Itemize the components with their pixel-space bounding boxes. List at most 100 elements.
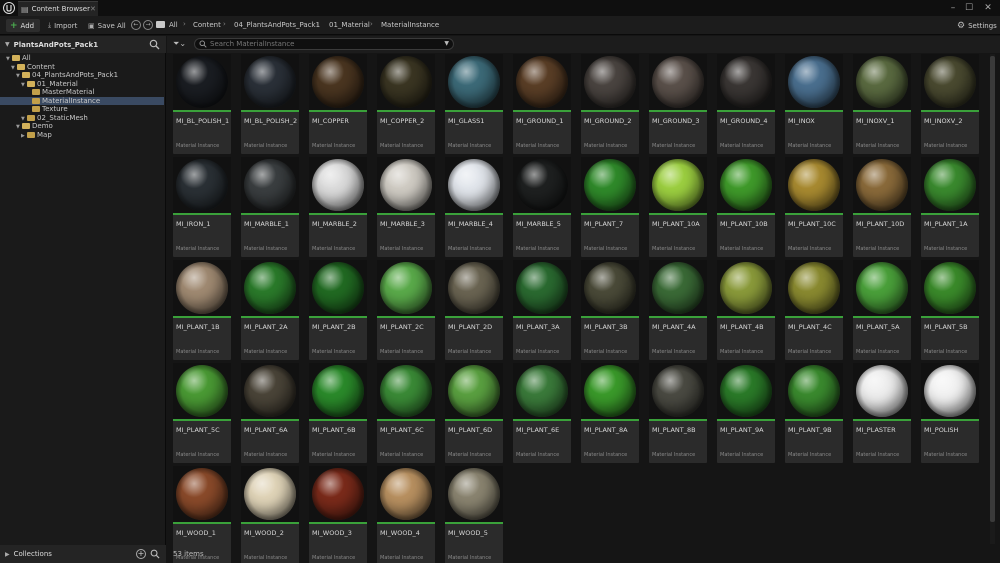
- asset-tile[interactable]: MI_PLANT_9B Material Instance: [785, 363, 843, 463]
- filter-icon[interactable]: ⏷⌄: [173, 39, 191, 50]
- window-close-icon[interactable]: ✕: [981, 1, 995, 15]
- import-button[interactable]: ⤓ Import: [48, 19, 77, 32]
- breadcrumb-pack[interactable]: 04_PlantsAndPots_Pack1: [234, 21, 320, 29]
- asset-tile[interactable]: MI_PLANT_2C Material Instance: [377, 260, 435, 360]
- tab-close-icon[interactable]: ✕: [90, 5, 96, 13]
- asset-tile[interactable]: MI_PLANT_4B Material Instance: [717, 260, 775, 360]
- asset-tile[interactable]: MI_POLISH Material Instance: [921, 363, 979, 463]
- tree-item-label: 02_StaticMesh: [37, 113, 88, 122]
- tree-item[interactable]: ▼ Demo: [0, 122, 164, 131]
- asset-tile[interactable]: MI_BL_POLISH_2 Material Instance: [241, 54, 299, 154]
- scrollbar[interactable]: [990, 54, 995, 544]
- asset-tile[interactable]: MI_PLANT_8B Material Instance: [649, 363, 707, 463]
- asset-tile[interactable]: MI_INOXV_1 Material Instance: [853, 54, 911, 154]
- asset-tile[interactable]: MI_PLANT_1A Material Instance: [921, 157, 979, 257]
- scrollbar-thumb[interactable]: [990, 56, 995, 522]
- asset-tile[interactable]: MI_WOOD_4 Material Instance: [377, 466, 435, 563]
- asset-tile[interactable]: MI_PLANT_8A Material Instance: [581, 363, 639, 463]
- breadcrumb-all[interactable]: All: [169, 21, 178, 29]
- asset-tile[interactable]: MI_MARBLE_4 Material Instance: [445, 157, 503, 257]
- asset-tile[interactable]: MI_GROUND_4 Material Instance: [717, 54, 775, 154]
- asset-tile[interactable]: MI_PLANT_6D Material Instance: [445, 363, 503, 463]
- asset-tile[interactable]: MI_MARBLE_1 Material Instance: [241, 157, 299, 257]
- search-icon[interactable]: [149, 39, 160, 50]
- asset-tile[interactable]: MI_MARBLE_3 Material Instance: [377, 157, 435, 257]
- chevron-right-icon[interactable]: ›: [316, 20, 319, 28]
- asset-tile[interactable]: MI_PLANT_10B Material Instance: [717, 157, 775, 257]
- asset-tile[interactable]: MI_GROUND_2 Material Instance: [581, 54, 639, 154]
- asset-tile[interactable]: MI_PLANT_4A Material Instance: [649, 260, 707, 360]
- tree-item[interactable]: MaterialInstance: [0, 96, 164, 105]
- asset-tile[interactable]: MI_PLANT_1B Material Instance: [173, 260, 231, 360]
- asset-tile[interactable]: MI_PLANT_6B Material Instance: [309, 363, 367, 463]
- breadcrumb-material[interactable]: 01_Material: [329, 21, 370, 29]
- breadcrumb-materialinstance[interactable]: MaterialInstance: [381, 21, 439, 29]
- chevron-right-icon[interactable]: ›: [370, 20, 373, 28]
- maximize-icon[interactable]: ☐: [962, 1, 976, 15]
- asset-tile[interactable]: MI_INOXV_2 Material Instance: [921, 54, 979, 154]
- breadcrumb-content[interactable]: Content: [193, 21, 221, 29]
- tree-item[interactable]: ▼ 02_StaticMesh: [0, 114, 164, 123]
- tree-item[interactable]: MasterMaterial: [0, 88, 164, 97]
- asset-tile[interactable]: MI_PLANT_6A Material Instance: [241, 363, 299, 463]
- tree-item[interactable]: ▶ Map: [0, 131, 164, 140]
- asset-tile[interactable]: MI_PLANT_3A Material Instance: [513, 260, 571, 360]
- sources-header[interactable]: ▼ PlantsAndPots_Pack1: [0, 36, 166, 53]
- unreal-engine-logo[interactable]: [3, 2, 15, 14]
- asset-tile[interactable]: MI_PLANT_5A Material Instance: [853, 260, 911, 360]
- asset-tile[interactable]: MI_BL_POLISH_1 Material Instance: [173, 54, 231, 154]
- add-collection-icon[interactable]: +: [136, 549, 146, 559]
- asset-tile[interactable]: MI_PLANT_3B Material Instance: [581, 260, 639, 360]
- asset-tile[interactable]: MI_GROUND_3 Material Instance: [649, 54, 707, 154]
- asset-tile[interactable]: MI_COPPER_2 Material Instance: [377, 54, 435, 154]
- asset-thumbnail: [785, 260, 843, 318]
- chevron-right-icon[interactable]: ›: [183, 20, 186, 28]
- tree-item[interactable]: ▼ All: [0, 54, 164, 63]
- asset-tile[interactable]: MI_PLANT_2A Material Instance: [241, 260, 299, 360]
- asset-tile[interactable]: MI_MARBLE_5 Material Instance: [513, 157, 571, 257]
- tree-item[interactable]: ▼ 01_Material: [0, 80, 164, 89]
- tab-content-browser[interactable]: ▤ Content Browser ✕: [18, 1, 98, 16]
- back-icon[interactable]: ←: [131, 20, 141, 30]
- asset-tile[interactable]: MI_GROUND_1 Material Instance: [513, 54, 571, 154]
- minimize-icon[interactable]: –: [946, 1, 960, 15]
- tree-item[interactable]: ▼ 04_PlantsAndPots_Pack1: [0, 71, 164, 80]
- chevron-right-icon[interactable]: ▶: [5, 551, 10, 558]
- tree-item[interactable]: ▼ Content: [0, 63, 164, 72]
- asset-tile[interactable]: MI_MARBLE_2 Material Instance: [309, 157, 367, 257]
- asset-tile[interactable]: MI_PLANT_10A Material Instance: [649, 157, 707, 257]
- asset-tile[interactable]: MI_PLANT_10C Material Instance: [785, 157, 843, 257]
- collections-header[interactable]: ▶ Collections +: [0, 545, 166, 563]
- asset-tile[interactable]: MI_PLANT_5B Material Instance: [921, 260, 979, 360]
- asset-tile[interactable]: MI_PLANT_6C Material Instance: [377, 363, 435, 463]
- asset-tile[interactable]: MI_PLASTER Material Instance: [853, 363, 911, 463]
- search-input[interactable]: [210, 40, 440, 48]
- tree-item[interactable]: Texture: [0, 105, 164, 114]
- asset-tile[interactable]: MI_PLANT_6E Material Instance: [513, 363, 571, 463]
- chevron-right-icon[interactable]: ›: [223, 20, 226, 28]
- asset-tile[interactable]: MI_PLANT_10D Material Instance: [853, 157, 911, 257]
- asset-tile[interactable]: MI_PLANT_2B Material Instance: [309, 260, 367, 360]
- asset-tile[interactable]: MI_COPPER Material Instance: [309, 54, 367, 154]
- asset-tile[interactable]: MI_WOOD_3 Material Instance: [309, 466, 367, 563]
- asset-tile[interactable]: MI_PLANT_5C Material Instance: [173, 363, 231, 463]
- asset-tile[interactable]: MI_WOOD_1 Material Instance: [173, 466, 231, 563]
- settings-button[interactable]: ⚙ Settings: [957, 19, 997, 32]
- asset-tile[interactable]: MI_PLANT_7 Material Instance: [581, 157, 639, 257]
- asset-tile[interactable]: MI_WOOD_5 Material Instance: [445, 466, 503, 563]
- asset-tile[interactable]: MI_WOOD_2 Material Instance: [241, 466, 299, 563]
- search-box[interactable]: ▼: [194, 38, 454, 50]
- asset-tile[interactable]: MI_GLASS1 Material Instance: [445, 54, 503, 154]
- forward-icon[interactable]: →: [143, 20, 153, 30]
- search-icon[interactable]: [150, 549, 160, 559]
- chevron-down-icon[interactable]: ▼: [444, 40, 449, 47]
- add-button[interactable]: + Add: [6, 19, 40, 32]
- asset-tile[interactable]: MI_PLANT_4C Material Instance: [785, 260, 843, 360]
- folder-icon[interactable]: [156, 21, 165, 28]
- asset-tile[interactable]: MI_PLANT_2D Material Instance: [445, 260, 503, 360]
- save-all-button[interactable]: ▣ Save All: [88, 19, 126, 32]
- chevron-down-icon[interactable]: ▼: [5, 41, 10, 48]
- asset-tile[interactable]: MI_PLANT_9A Material Instance: [717, 363, 775, 463]
- asset-tile[interactable]: MI_INOX Material Instance: [785, 54, 843, 154]
- asset-tile[interactable]: MI_IRON_1 Material Instance: [173, 157, 231, 257]
